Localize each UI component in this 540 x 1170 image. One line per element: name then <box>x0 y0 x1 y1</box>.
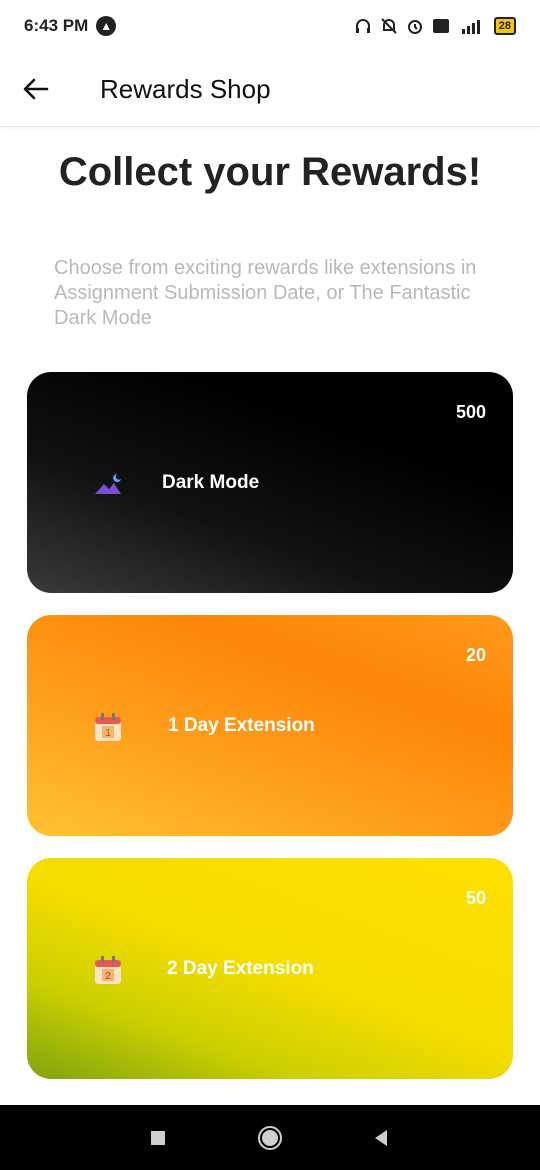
reward-card-dark-mode[interactable]: 500 Dark Mode <box>27 372 513 593</box>
svg-text:1: 1 <box>105 728 111 739</box>
recents-button[interactable] <box>145 1125 171 1151</box>
system-nav-bar <box>0 1105 540 1170</box>
status-time: 6:43 PM <box>24 16 89 35</box>
reward-label: 2 Day Extension <box>167 958 314 979</box>
back-button[interactable] <box>16 69 56 109</box>
battery-icon: 28 <box>493 17 516 35</box>
svg-text:2: 2 <box>105 971 111 982</box>
bell-off-icon <box>381 18 397 34</box>
page-subtitle: Choose from exciting rewards like extens… <box>54 257 477 329</box>
home-button[interactable] <box>257 1125 283 1151</box>
app-bar: Rewards Shop <box>0 52 540 127</box>
a-icon: ▲ <box>96 16 117 36</box>
alarm-icon <box>407 20 422 34</box>
calendar-1-icon: 1 <box>95 713 121 741</box>
calendar-2-icon: 2 <box>95 956 121 984</box>
back-nav-button[interactable] <box>368 1125 394 1151</box>
status-bar: 6:43 PM ▲ 28 <box>0 0 540 52</box>
reward-label: Dark Mode <box>162 472 260 493</box>
status-left: 6:43 PM ▲ <box>24 16 117 36</box>
reward-label: 1 Day Extension <box>168 715 315 736</box>
reward-card-2-day-extension[interactable]: 50 2 2 Day Extension <box>27 858 513 1079</box>
volte-icon <box>432 19 449 33</box>
app-bar-title: Rewards Shop <box>100 73 271 104</box>
reward-price: 500 <box>455 402 486 422</box>
reward-card-1-day-extension[interactable]: 20 1 1 Day Extension <box>27 615 513 836</box>
page-headline: Collect your Rewards! <box>58 150 482 194</box>
signal-icon <box>461 20 480 34</box>
status-right: 28 <box>354 17 516 35</box>
arrow-left-icon <box>23 78 49 100</box>
headphones-icon <box>355 19 370 33</box>
reward-price: 50 <box>465 888 486 908</box>
reward-price: 20 <box>465 645 486 665</box>
dark-mode-icon <box>95 474 121 494</box>
